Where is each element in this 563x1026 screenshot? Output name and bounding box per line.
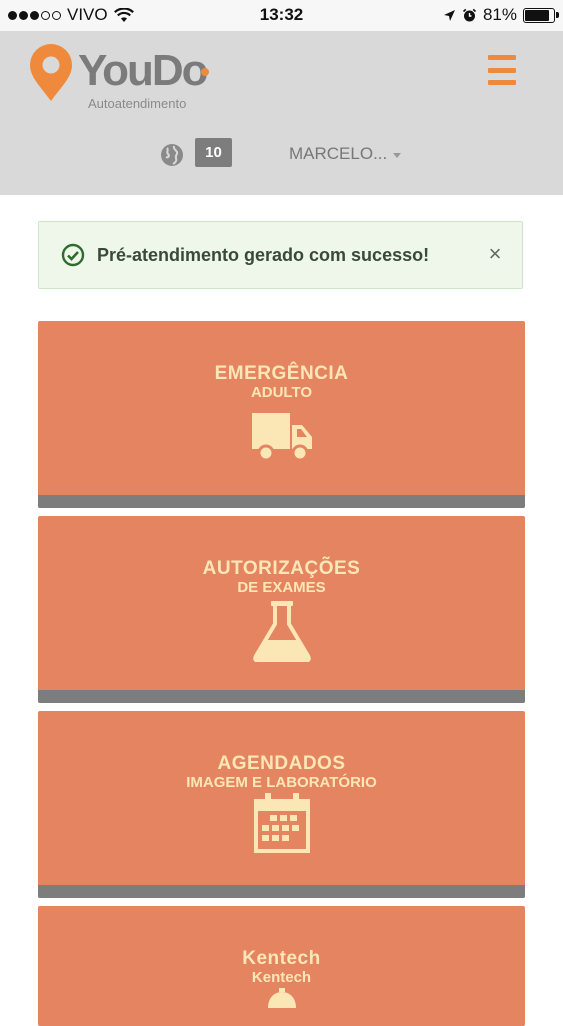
globe-icon[interactable] <box>160 143 184 167</box>
hamburger-icon <box>488 55 516 60</box>
close-icon[interactable]: × <box>485 243 505 265</box>
youdo-logo[interactable]: YouDo Autoatendimento <box>28 44 228 114</box>
tile-footer-bar <box>38 885 525 898</box>
logo-subtitle: Autoatendimento <box>88 96 187 111</box>
chevron-down-icon <box>393 152 402 158</box>
tile-title: AUTORIZAÇÕES <box>202 558 361 579</box>
map-pin-icon <box>30 44 72 101</box>
success-alert: Pré-atendimento gerado com sucesso! × <box>38 221 523 289</box>
user-dropdown[interactable]: MARCELO... <box>289 144 402 164</box>
flask-icon <box>252 601 311 662</box>
tile-title: EMERGÊNCIA <box>214 363 349 384</box>
tile-emergencia[interactable]: EMERGÊNCIA ADULTO <box>38 321 525 508</box>
count-badge[interactable]: 10 <box>195 138 232 167</box>
tile-subtitle: IMAGEM E LABORATÓRIO <box>186 774 377 791</box>
location-arrow-icon <box>443 9 455 21</box>
tile-footer-bar <box>38 690 525 703</box>
check-circle-icon <box>61 243 85 267</box>
app-header: YouDo Autoatendimento 10 MARCELO... <box>0 31 563 195</box>
logo-wordmark: YouDo <box>78 46 208 95</box>
tile-subtitle: Kentech <box>251 969 312 986</box>
bell-icon <box>267 988 296 1008</box>
user-name: MARCELO... <box>289 144 388 163</box>
tile-subtitle: DE EXAMES <box>237 579 326 596</box>
tile-kentech[interactable]: Kentech Kentech <box>38 906 525 1026</box>
alarm-icon <box>462 8 477 21</box>
tile-agendados[interactable]: AGENDADOS IMAGEM E LABORATÓRIO <box>38 711 525 898</box>
battery-icon <box>523 7 559 23</box>
status-right: 81% <box>443 5 559 25</box>
logo-dot <box>201 68 209 76</box>
tile-subtitle: ADULTO <box>250 384 313 401</box>
tile-title: Kentech <box>242 948 321 969</box>
tile-title: AGENDADOS <box>217 753 346 774</box>
status-bar: VIVO 13:32 81% <box>0 0 563 31</box>
calendar-icon <box>253 793 310 853</box>
truck-icon <box>251 413 312 462</box>
menu-button[interactable] <box>488 55 516 85</box>
battery-percent: 81% <box>482 5 517 24</box>
tile-autorizacoes[interactable]: AUTORIZAÇÕES DE EXAMES <box>38 516 525 703</box>
tile-footer-bar <box>38 495 525 508</box>
alert-message: Pré-atendimento gerado com sucesso! <box>97 245 430 265</box>
